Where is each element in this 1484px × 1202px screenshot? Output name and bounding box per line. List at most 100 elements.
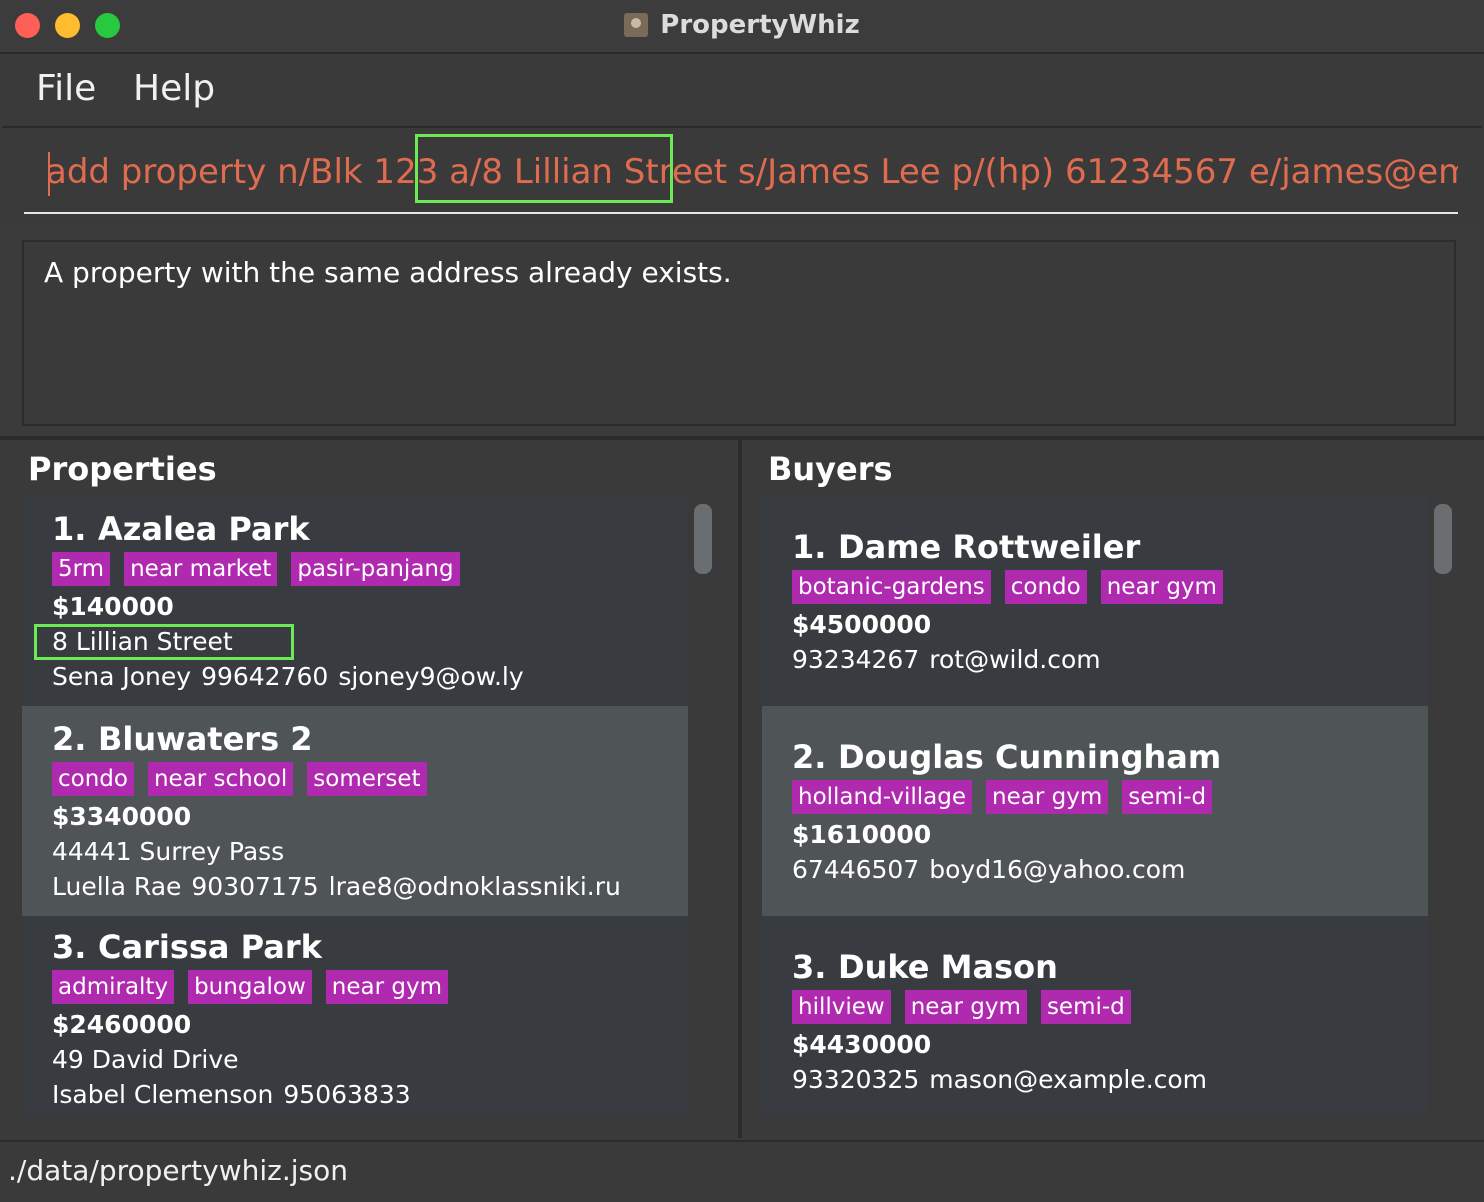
- tag: near market: [124, 552, 278, 586]
- seller-phone: 90307175: [191, 872, 319, 901]
- app-icon: [624, 13, 649, 37]
- tag: near school: [147, 762, 294, 796]
- property-name-row: 1. Azalea Park: [52, 510, 688, 548]
- property-name-row: 3. Carissa Park: [52, 928, 688, 966]
- buyer-tags: hillview near gym semi-d: [792, 990, 1428, 1024]
- seller-email: lrae8@odnoklassniki.ru: [328, 872, 621, 901]
- tag: bungalow: [188, 970, 312, 1004]
- tag: 5rm: [52, 552, 111, 586]
- buyer-name-row: 3. Duke Mason: [792, 948, 1428, 986]
- buyer-index: 1.: [792, 528, 827, 566]
- property-tags: condo near school somerset: [52, 762, 688, 796]
- property-address: 44441 Surrey Pass: [52, 837, 285, 866]
- property-address: 49 David Drive: [52, 1045, 239, 1074]
- tag: semi-d: [1040, 990, 1131, 1024]
- buyer-email: mason@example.com: [929, 1065, 1208, 1094]
- menu-help[interactable]: Help: [133, 68, 215, 109]
- buyer-card[interactable]: 3. Duke Mason hillview near gym semi-d $4…: [762, 916, 1428, 1116]
- tag: somerset: [307, 762, 427, 796]
- property-card[interactable]: 3. Carissa Park admiralty bungalow near g…: [22, 916, 688, 1116]
- property-card[interactable]: 2. Bluwaters 2 condo near school somerset…: [22, 706, 688, 916]
- buyer-card[interactable]: 2. Douglas Cunningham holland-village nea…: [762, 706, 1428, 916]
- address-match-highlight: [34, 624, 294, 660]
- command-box: add property n/Blk 123 a/8 Lillian Stree…: [2, 128, 1480, 224]
- tag: near gym: [325, 970, 449, 1004]
- tag: condo: [1004, 570, 1087, 604]
- tag: botanic-gardens: [792, 570, 991, 604]
- tag: semi-d: [1122, 780, 1213, 814]
- buyers-panel: Buyers 1. Dame Rottweiler botanic-gardens…: [742, 440, 1480, 1138]
- buyer-budget: $4500000: [792, 610, 932, 639]
- data-file-path: ./data/propertywhiz.json: [8, 1154, 348, 1187]
- property-list[interactable]: 1. Azalea Park 5rm near market pasir-panj…: [22, 496, 688, 1116]
- title-bar: PropertyWhiz: [0, 0, 1484, 54]
- property-name: Bluwaters 2: [98, 720, 313, 758]
- property-card[interactable]: 1. Azalea Park 5rm near market pasir-panj…: [22, 496, 688, 706]
- property-price: $2460000: [52, 1010, 192, 1039]
- property-seller-row: Isabel Clemenson 95063833: [52, 1080, 688, 1109]
- seller-phone: 95063833: [283, 1080, 411, 1109]
- buyer-tags: holland-village near gym semi-d: [792, 780, 1428, 814]
- buyer-budget: $1610000: [792, 820, 932, 849]
- property-tags: 5rm near market pasir-panjang: [52, 552, 688, 586]
- tag: condo: [52, 762, 134, 796]
- buyer-contact-row: 67446507 boyd16@yahoo.com: [792, 855, 1428, 884]
- property-name-row: 2. Bluwaters 2: [52, 720, 688, 758]
- buyer-contact-row: 93320325 mason@example.com: [792, 1065, 1428, 1094]
- properties-title: Properties: [28, 450, 217, 488]
- tag: near gym: [904, 990, 1027, 1024]
- buyer-name: Douglas Cunningham: [838, 738, 1222, 776]
- buyer-phone: 93234267: [792, 645, 920, 674]
- tag: admiralty: [52, 970, 175, 1004]
- buyers-scrollbar[interactable]: [1434, 504, 1452, 574]
- buyer-email: rot@wild.com: [929, 645, 1101, 674]
- window-title: PropertyWhiz: [660, 10, 860, 40]
- buyer-phone: 67446507: [792, 855, 920, 884]
- buyer-list[interactable]: 1. Dame Rottweiler botanic-gardens condo …: [762, 496, 1428, 1116]
- buyer-card[interactable]: 1. Dame Rottweiler botanic-gardens condo …: [762, 496, 1428, 706]
- seller-email: sjoney9@ow.ly: [338, 662, 524, 691]
- properties-panel: Properties 1. Azalea Park 5rm near market…: [2, 440, 738, 1138]
- buyer-name: Duke Mason: [838, 948, 1058, 986]
- address-highlight-box: [415, 134, 673, 203]
- menu-bar: File Help: [2, 54, 1482, 128]
- status-bar: ./data/propertywhiz.json: [0, 1140, 1484, 1202]
- buyer-name: Dame Rottweiler: [838, 528, 1141, 566]
- result-display: A property with the same address already…: [22, 240, 1456, 426]
- seller-name: Isabel Clemenson: [52, 1080, 274, 1109]
- buyer-tags: botanic-gardens condo near gym: [792, 570, 1428, 604]
- seller-name: Luella Rae: [52, 872, 182, 901]
- tag: near gym: [1100, 570, 1223, 604]
- property-price: $140000: [52, 592, 174, 621]
- property-tags: admiralty bungalow near gym: [52, 970, 688, 1004]
- property-price: $3340000: [52, 802, 192, 831]
- menu-file[interactable]: File: [36, 68, 96, 109]
- window-title-group: PropertyWhiz: [0, 0, 1484, 50]
- buyer-email: boyd16@yahoo.com: [929, 855, 1186, 884]
- seller-name: Sena Joney: [52, 662, 192, 691]
- tag: pasir-panjang: [291, 552, 460, 586]
- tag: near gym: [986, 780, 1109, 814]
- buyer-name-row: 2. Douglas Cunningham: [792, 738, 1428, 776]
- buyer-phone: 93320325: [792, 1065, 920, 1094]
- command-input[interactable]: add property n/Blk 123 a/8 Lillian Stree…: [24, 138, 1458, 214]
- result-message: A property with the same address already…: [44, 256, 732, 289]
- property-seller-row: Luella Rae 90307175 lrae8@odnoklassniki.ru: [52, 872, 688, 901]
- property-name: Carissa Park: [98, 928, 322, 966]
- buyer-index: 3.: [792, 948, 827, 986]
- buyer-budget: $4430000: [792, 1030, 932, 1059]
- property-index: 1.: [52, 510, 87, 548]
- buyer-index: 2.: [792, 738, 827, 776]
- tag: holland-village: [792, 780, 973, 814]
- properties-scrollbar[interactable]: [694, 504, 712, 574]
- buyer-contact-row: 93234267 rot@wild.com: [792, 645, 1428, 674]
- seller-phone: 99642760: [201, 662, 329, 691]
- property-index: 3.: [52, 928, 87, 966]
- text-cursor: [48, 152, 50, 196]
- property-name: Azalea Park: [98, 510, 310, 548]
- buyer-name-row: 1. Dame Rottweiler: [792, 528, 1428, 566]
- tag: hillview: [792, 990, 891, 1024]
- property-index: 2.: [52, 720, 87, 758]
- buyers-title: Buyers: [768, 450, 893, 488]
- property-seller-row: Sena Joney 99642760 sjoney9@ow.ly: [52, 662, 688, 691]
